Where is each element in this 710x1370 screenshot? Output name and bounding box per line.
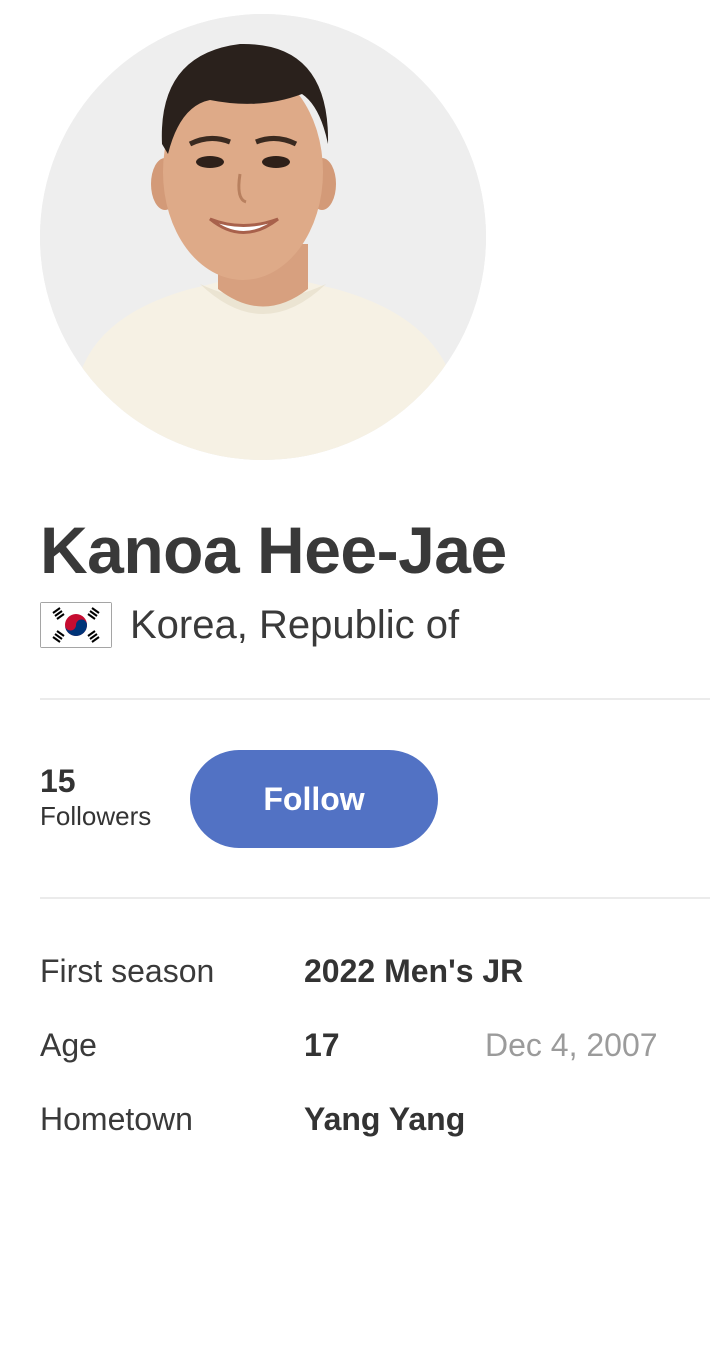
hometown-label: Hometown: [40, 1101, 193, 1137]
country-row: Korea, Republic of: [40, 600, 459, 650]
divider: [40, 698, 710, 700]
profile-photo: [40, 14, 486, 460]
age-value: 17: [304, 1027, 340, 1063]
divider: [40, 897, 710, 899]
followers-stat: 15 Followers: [40, 762, 151, 832]
profile-name: Kanoa Hee-Jae: [40, 513, 507, 587]
birthdate: Dec 4, 2007: [485, 1027, 658, 1063]
first-season-row: First season 2022 Men's JR: [40, 949, 710, 993]
hometown-value: Yang Yang: [304, 1101, 466, 1137]
first-season-label: First season: [40, 953, 215, 989]
south-korea-flag-icon: [40, 602, 112, 648]
followers-count: 15: [40, 763, 76, 799]
profile-avatar: [40, 14, 486, 460]
country-name: Korea, Republic of: [130, 602, 460, 647]
first-season-value: 2022 Men's JR: [304, 953, 524, 989]
followers-label: Followers: [40, 801, 152, 831]
age-row: Age 17 Dec 4, 2007: [40, 1023, 710, 1067]
age-label: Age: [40, 1027, 97, 1063]
hometown-row: Hometown Yang Yang: [40, 1097, 710, 1141]
follow-button[interactable]: Follow: [190, 750, 438, 848]
